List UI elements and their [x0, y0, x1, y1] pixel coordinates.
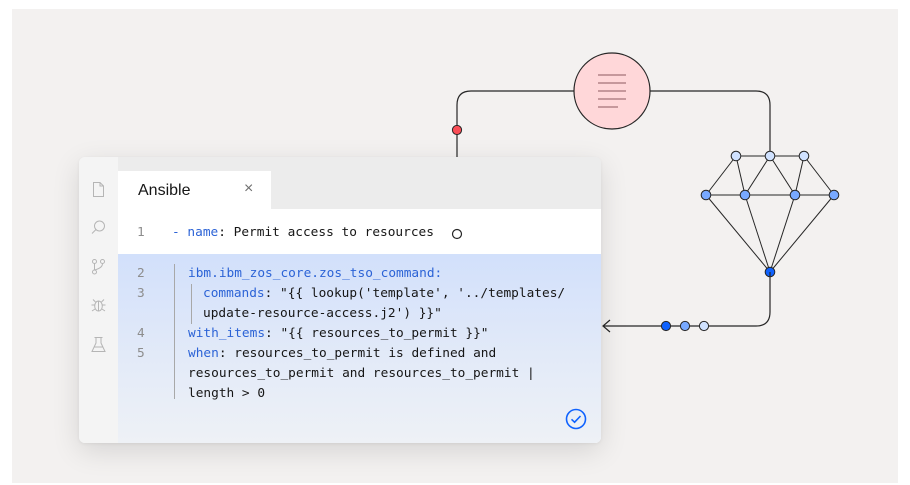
red-dot	[451, 124, 463, 136]
line-number: 5	[137, 346, 145, 361]
search-icon[interactable]	[90, 219, 107, 236]
code-editor-window: Ansible × 1 - name: Permit access to res…	[79, 157, 601, 443]
code-key: ibm.ibm_zos_core.zos_tso_command:	[188, 266, 443, 281]
code-value: : resources_to_permit is defined and	[218, 346, 497, 361]
code-text: update-resource-access.j2') }}"	[203, 306, 442, 321]
tab-ansible[interactable]: Ansible ×	[118, 171, 271, 209]
code-key: commands	[203, 286, 265, 301]
connector-line-right	[650, 90, 771, 156]
code-key: when	[188, 346, 219, 361]
branch-icon[interactable]	[90, 258, 107, 275]
line-number: 1	[137, 225, 145, 240]
return-dots	[660, 320, 710, 332]
code-value: : "{{ resources_to_permit }}"	[265, 326, 489, 341]
connector-line-return	[604, 272, 771, 327]
code-key: with_items	[188, 326, 266, 341]
activity-bar	[79, 157, 118, 443]
code-text: with_items: "{{ resources_to_permit }}"	[188, 324, 488, 344]
file-icon[interactable]	[90, 181, 107, 198]
code-text: resources_to_permit and resources_to_per…	[188, 366, 535, 381]
bug-icon[interactable]	[90, 296, 107, 313]
highlighted-code-block: 2 ibm.ibm_zos_core.zos_tso_command: 3 co…	[118, 254, 601, 443]
gem-diagram	[705, 155, 835, 273]
indent-guide	[191, 284, 192, 324]
code-text: - name: Permit access to resources	[172, 223, 434, 243]
code-text: ibm.ibm_zos_core.zos_tso_command:	[188, 264, 442, 284]
tab-bar: Ansible ×	[118, 157, 601, 209]
check-circle-icon[interactable]	[565, 408, 587, 430]
code-text: length > 0	[188, 386, 266, 401]
code-area[interactable]: 1 - name: Permit access to resources 2 i…	[118, 209, 601, 443]
code-line-1: 1 - name: Permit access to resources	[118, 209, 601, 254]
code-text: when: resources_to_permit is defined and	[188, 344, 496, 364]
line-number: 3	[137, 286, 145, 301]
line-number: 2	[137, 266, 145, 281]
code-key: - name	[172, 225, 219, 240]
flask-icon[interactable]	[90, 336, 107, 353]
code-text: commands: "{{ lookup('template', '../tem…	[203, 284, 565, 304]
close-icon[interactable]: ×	[244, 180, 253, 198]
line-number: 4	[137, 326, 145, 341]
code-value: : Permit access to resources	[218, 225, 434, 240]
code-value: : "{{ lookup('template', '../templates/	[264, 286, 566, 301]
tab-label: Ansible	[138, 182, 191, 199]
indent-guide	[174, 264, 175, 399]
